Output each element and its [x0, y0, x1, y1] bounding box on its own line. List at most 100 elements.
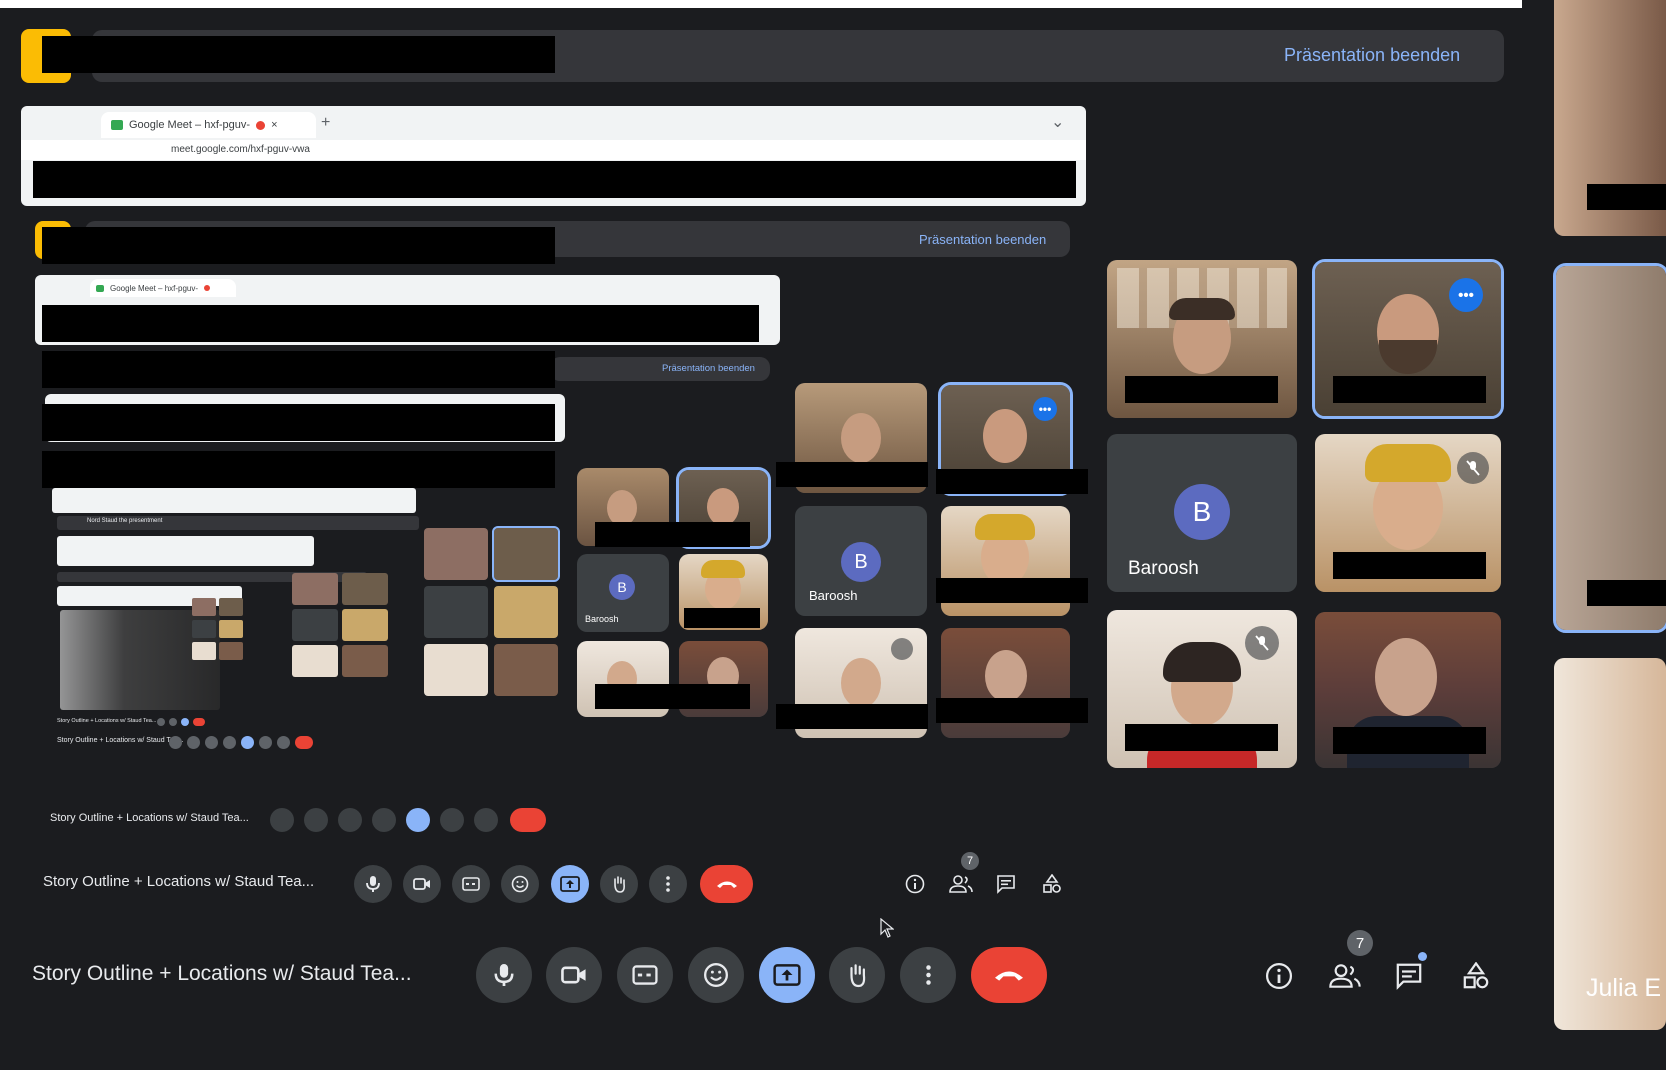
nested-present-button[interactable] [406, 808, 430, 832]
browser-tab-title-2: Google Meet – hxf-pguv- [110, 283, 199, 293]
mic-off-icon-2 [891, 638, 913, 660]
camera-button[interactable] [546, 947, 602, 1003]
more-vert-icon [666, 876, 670, 892]
emoji-icon [511, 875, 529, 893]
mic-button-level2[interactable] [354, 865, 392, 903]
info-icon [905, 874, 925, 894]
emoji-button[interactable] [688, 947, 744, 1003]
stop-presenting-button[interactable]: Präsentation beenden [1284, 45, 1460, 66]
nested-controls-micro: Story Outline + Locations w/ Staud Tea..… [57, 716, 417, 730]
info-icon [1265, 962, 1293, 990]
mic-off-icon [1466, 460, 1480, 476]
mic-off-icon [1255, 635, 1269, 651]
mic-off-icon-main-2 [1245, 626, 1279, 660]
more-options-icon-2[interactable]: ••• [1033, 397, 1057, 421]
more-options-icon-main[interactable]: ••• [1449, 278, 1483, 312]
nested-captions-button[interactable] [338, 808, 362, 832]
more-vert-icon [925, 965, 931, 985]
redacted-name-7 [776, 704, 928, 729]
present-icon [773, 964, 801, 986]
browser-tab-2[interactable]: Google Meet – hxf-pguv- [90, 279, 236, 297]
tab-search-dropdown-icon[interactable]: ⌄ [1051, 112, 1064, 132]
video-tile-baroosh-main[interactable]: B Baroosh [1107, 434, 1297, 592]
browser-tab-title: Google Meet – hxf-pguv- [129, 119, 251, 131]
meet-favicon-icon-2 [96, 284, 104, 292]
info-button[interactable] [1263, 960, 1295, 992]
redacted-name-right-2 [1587, 580, 1666, 606]
meet-favicon-icon [111, 120, 123, 130]
redacted-name-2 [684, 608, 760, 628]
present-button[interactable] [759, 947, 815, 1003]
activities-button[interactable] [1460, 960, 1492, 992]
nested-emoji-button[interactable] [372, 808, 396, 832]
redacted-name-main-2 [1333, 376, 1486, 403]
redacted-name-1 [595, 522, 750, 547]
nested-meeting-title-small: Story Outline + Locations w/ Staud Tea..… [50, 812, 249, 824]
more-options-button[interactable] [900, 947, 956, 1003]
redacted-name-main-1 [1125, 376, 1278, 403]
nested-tile-grid-micro [187, 598, 292, 688]
activities-icon [1463, 962, 1489, 989]
chat-button[interactable] [1393, 960, 1425, 992]
redacted-name-4 [776, 462, 928, 487]
redacted-presentation-title-3 [42, 351, 555, 388]
new-tab-icon[interactable]: + [321, 114, 330, 132]
close-tab-icon[interactable]: × [271, 119, 277, 131]
end-call-button[interactable] [971, 947, 1047, 1003]
julia-name: Julia E [1586, 974, 1662, 1002]
browser-tab[interactable]: Google Meet – hxf-pguv- × [101, 112, 316, 138]
redacted-name-right-1 [1587, 184, 1666, 210]
baroosh-avatar-main: B [1174, 484, 1230, 540]
address-bar-url: meet.google.com/hxf-pguv-vwa [171, 144, 310, 155]
video-tile-baroosh-2[interactable]: B Baroosh [795, 506, 927, 616]
redacted-presentation-title-4 [42, 451, 555, 488]
nested-meeting-title-tiny: Story Outline + Locations w/ Staud Tea..… [57, 737, 184, 744]
camera-button-level2[interactable] [403, 865, 441, 903]
nested-browser-tiny-2 [57, 536, 314, 566]
meeting-title-level2: Story Outline + Locations w/ Staud Tea..… [43, 873, 315, 890]
people-count-badge: 7 [1347, 930, 1373, 956]
nested-pres-bar-tiny: Nord Staud the presentment [57, 516, 419, 530]
more-options-button-level2[interactable] [649, 865, 687, 903]
emoji-button-level2[interactable] [501, 865, 539, 903]
raise-hand-button-level2[interactable] [600, 865, 638, 903]
redacted-name-8 [936, 698, 1088, 723]
stop-presenting-button-3[interactable]: Präsentation beenden [662, 363, 755, 374]
redacted-name-6 [936, 578, 1088, 603]
end-call-icon [716, 881, 737, 888]
people-button-level2[interactable] [948, 872, 974, 896]
raise-hand-button[interactable] [829, 947, 885, 1003]
captions-button-level2[interactable] [452, 865, 490, 903]
people-count-badge-level2: 7 [961, 852, 979, 870]
nested-end-call-button[interactable] [510, 808, 546, 832]
emoji-icon [704, 963, 728, 987]
present-button-level2[interactable] [551, 865, 589, 903]
end-call-button-level2[interactable] [700, 865, 753, 903]
nested-mic-button[interactable] [270, 808, 294, 832]
chat-button-level2[interactable] [994, 872, 1018, 896]
meeting-title: Story Outline + Locations w/ Staud Tea..… [32, 962, 412, 985]
address-bar[interactable]: meet.google.com/hxf-pguv-vwa [21, 140, 1086, 160]
nested-more-button[interactable] [474, 808, 498, 832]
people-button[interactable] [1327, 960, 1363, 992]
info-button-level2[interactable] [903, 872, 927, 896]
baroosh-avatar-2: B [841, 542, 881, 582]
captions-icon [632, 965, 658, 985]
mic-icon [494, 964, 514, 986]
video-tile-right-middle[interactable] [1553, 263, 1666, 633]
end-call-icon [995, 971, 1023, 981]
nested-hand-button[interactable] [440, 808, 464, 832]
raise-hand-icon [614, 876, 625, 893]
redacted-name-main-5 [1333, 727, 1486, 754]
nested-control-bar-small: Story Outline + Locations w/ Staud Tea..… [48, 808, 768, 832]
stop-presenting-button-2[interactable]: Präsentation beenden [919, 232, 1046, 247]
captions-button[interactable] [617, 947, 673, 1003]
redacted-browser-content-3 [42, 404, 555, 441]
video-tile-julia[interactable]: Julia E [1554, 658, 1666, 1030]
redacted-bookmarks [33, 161, 1076, 198]
nested-camera-button[interactable] [304, 808, 328, 832]
video-tile-baroosh-mini[interactable]: B Baroosh [577, 554, 669, 632]
nested-tile-grid-tiny [292, 573, 392, 678]
activities-button-level2[interactable] [1040, 872, 1064, 896]
mic-button[interactable] [476, 947, 532, 1003]
